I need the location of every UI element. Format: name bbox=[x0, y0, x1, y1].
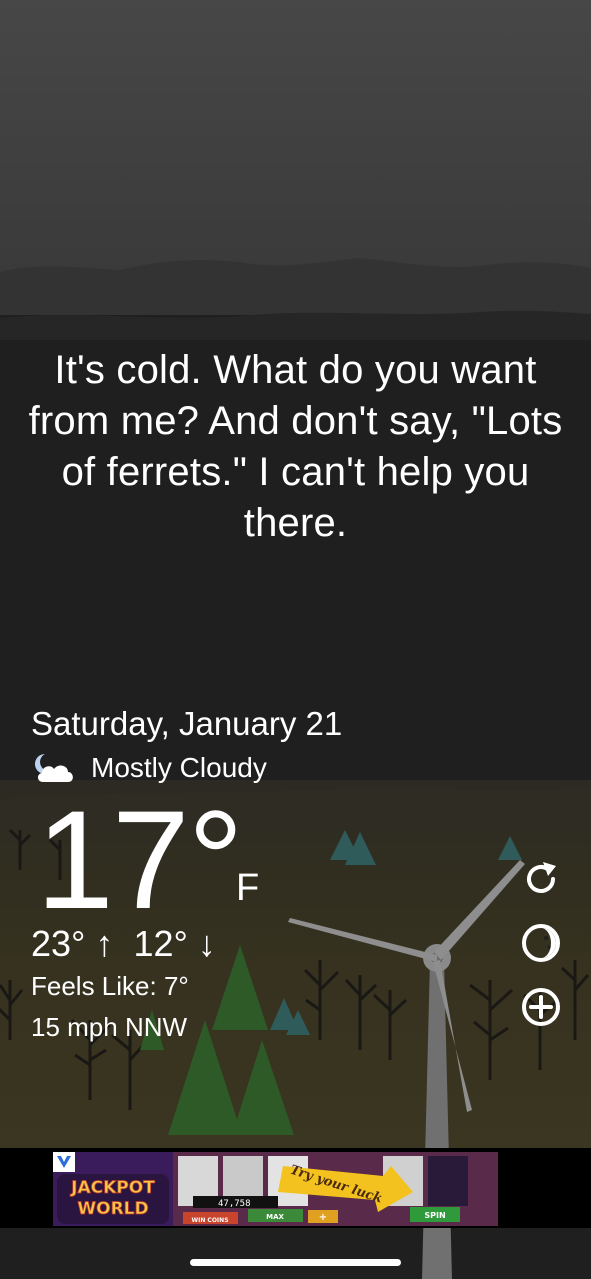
feels-like-label: Feels Like: 7° bbox=[31, 971, 189, 1001]
snarky-quote: It's cold. What do you want from me? And… bbox=[28, 348, 563, 545]
ad-counter: 47,758 bbox=[218, 1199, 251, 1209]
ad-max-label: MAX bbox=[266, 1213, 284, 1221]
temperature-value: 17° bbox=[36, 781, 244, 938]
moon-phase-icon bbox=[522, 924, 560, 962]
ad-logo-line1: JACKPOT bbox=[70, 1178, 155, 1198]
temperature-unit: F bbox=[236, 867, 260, 909]
plus-circle-icon bbox=[522, 988, 560, 1026]
jackpot-world-ad[interactable]: JACKPOT WORLD Try your luck 47,758 WIN C… bbox=[53, 1152, 498, 1226]
ad-plus-label: + bbox=[319, 1212, 327, 1223]
ad-creative: JACKPOT WORLD Try your luck 47,758 WIN C… bbox=[53, 1152, 498, 1226]
ad-logo-line2: WORLD bbox=[77, 1199, 148, 1219]
theme-button[interactable] bbox=[519, 921, 563, 965]
home-indicator[interactable] bbox=[190, 1259, 401, 1266]
background-scene bbox=[0, 0, 591, 1279]
refresh-icon bbox=[527, 862, 556, 893]
date-label: Saturday, January 21 bbox=[31, 705, 343, 742]
ad-win-label: WIN COINS bbox=[191, 1217, 228, 1224]
ad-banner: JACKPOT WORLD Try your luck 47,758 WIN C… bbox=[0, 1148, 591, 1228]
high-low-temperature: 23° ↑ 12° ↓ bbox=[31, 923, 216, 964]
wind-label: 15 mph NNW bbox=[31, 1012, 188, 1042]
weather-screen: It's cold. What do you want from me? And… bbox=[0, 0, 591, 1279]
refresh-button[interactable] bbox=[519, 857, 563, 901]
ad-spin-label: SPIN bbox=[424, 1211, 445, 1220]
add-location-button[interactable] bbox=[519, 985, 563, 1029]
